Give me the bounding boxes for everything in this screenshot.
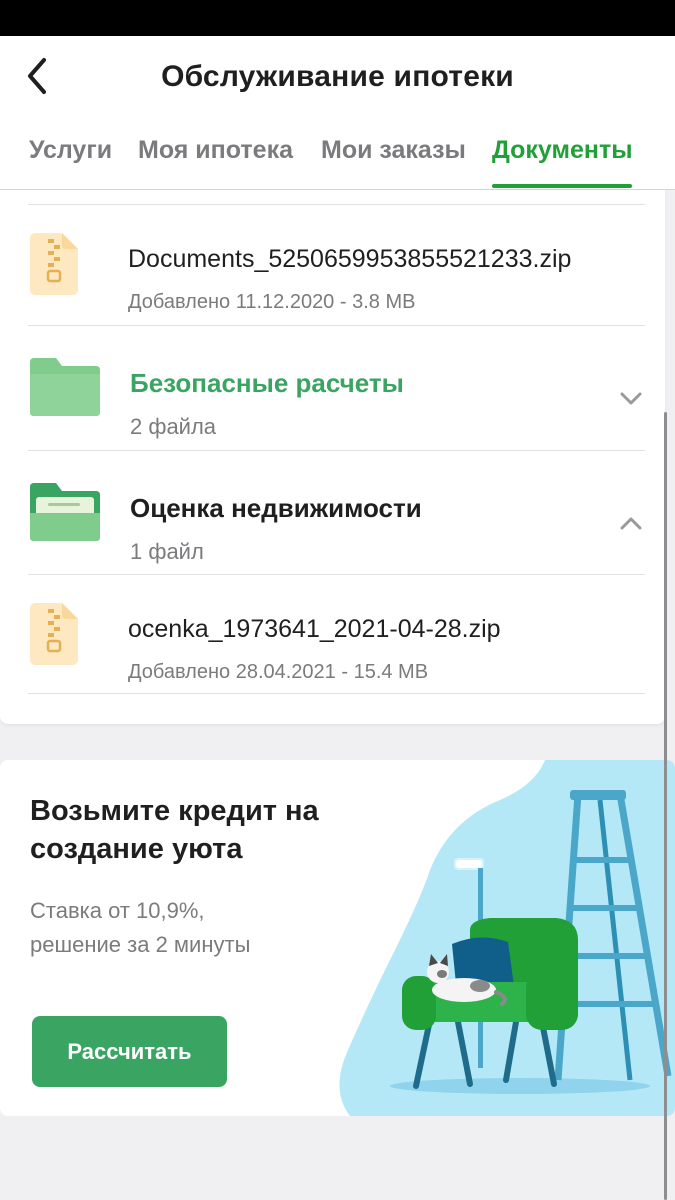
app-header: Обслуживание ипотеки Услуги Моя ипотека …	[0, 36, 675, 190]
divider	[28, 693, 645, 694]
status-bar	[0, 0, 675, 36]
chevron-up-icon[interactable]	[614, 513, 648, 535]
tab-my-orders[interactable]: Мои заказы	[321, 136, 466, 165]
calculate-button[interactable]: Рассчитать	[32, 1016, 227, 1087]
zip-file-icon	[30, 603, 78, 665]
folder-open-icon	[30, 483, 100, 541]
promo-subtitle-line: решение за 2 минуты	[30, 932, 251, 957]
promo-subtitle-line: Ставка от 10,9%,	[30, 898, 205, 923]
armchair-ladder-cat-illustration	[339, 760, 675, 1116]
tab-my-mortgage[interactable]: Моя ипотека	[138, 136, 293, 165]
list-item-file[interactable]: Documents_5250659953855521233.zip Добавл…	[0, 205, 665, 325]
file-meta: Добавлено 28.04.2021 - 15.4 MB	[128, 661, 429, 683]
file-name: Documents_5250659953855521233.zip	[128, 245, 572, 273]
file-meta: Добавлено 11.12.2020 - 3.8 MB	[128, 291, 416, 313]
list-item-folder[interactable]: Оценка недвижимости 1 файл	[0, 451, 665, 575]
folder-count: 2 файла	[130, 414, 217, 439]
scrollbar[interactable]	[664, 412, 667, 1200]
promo-title-line: Возьмите кредит на	[30, 795, 319, 827]
tab-bar: Услуги Моя ипотека Мои заказы Документы	[0, 132, 675, 190]
chevron-down-icon[interactable]	[614, 388, 648, 410]
folder-name: Безопасные расчеты	[130, 368, 404, 398]
tab-documents[interactable]: Документы	[492, 136, 633, 165]
page-title: Обслуживание ипотеки	[161, 60, 514, 93]
file-name: ocenka_1973641_2021-04-28.zip	[128, 615, 501, 643]
documents-card: Documents_5250659953855521233.zip Добавл…	[0, 190, 665, 724]
promo-title: Возьмите кредит на создание уюта	[30, 792, 319, 868]
tab-services[interactable]: Услуги	[29, 136, 112, 165]
folder-name: Оценка недвижимости	[130, 493, 422, 523]
list-item-file[interactable]: ocenka_1973641_2021-04-28.zip Добавлено …	[0, 575, 665, 693]
folder-icon	[30, 358, 100, 416]
zip-file-icon	[30, 233, 78, 295]
promo-title-line: создание уюта	[30, 833, 243, 865]
folder-count: 1 файл	[130, 539, 204, 564]
promo-banner[interactable]: Возьмите кредит на создание уюта Ставка …	[0, 760, 675, 1116]
list-item-folder[interactable]: Безопасные расчеты 2 файла	[0, 326, 665, 450]
active-tab-indicator	[492, 184, 632, 188]
promo-subtitle: Ставка от 10,9%, решение за 2 минуты	[30, 894, 250, 962]
